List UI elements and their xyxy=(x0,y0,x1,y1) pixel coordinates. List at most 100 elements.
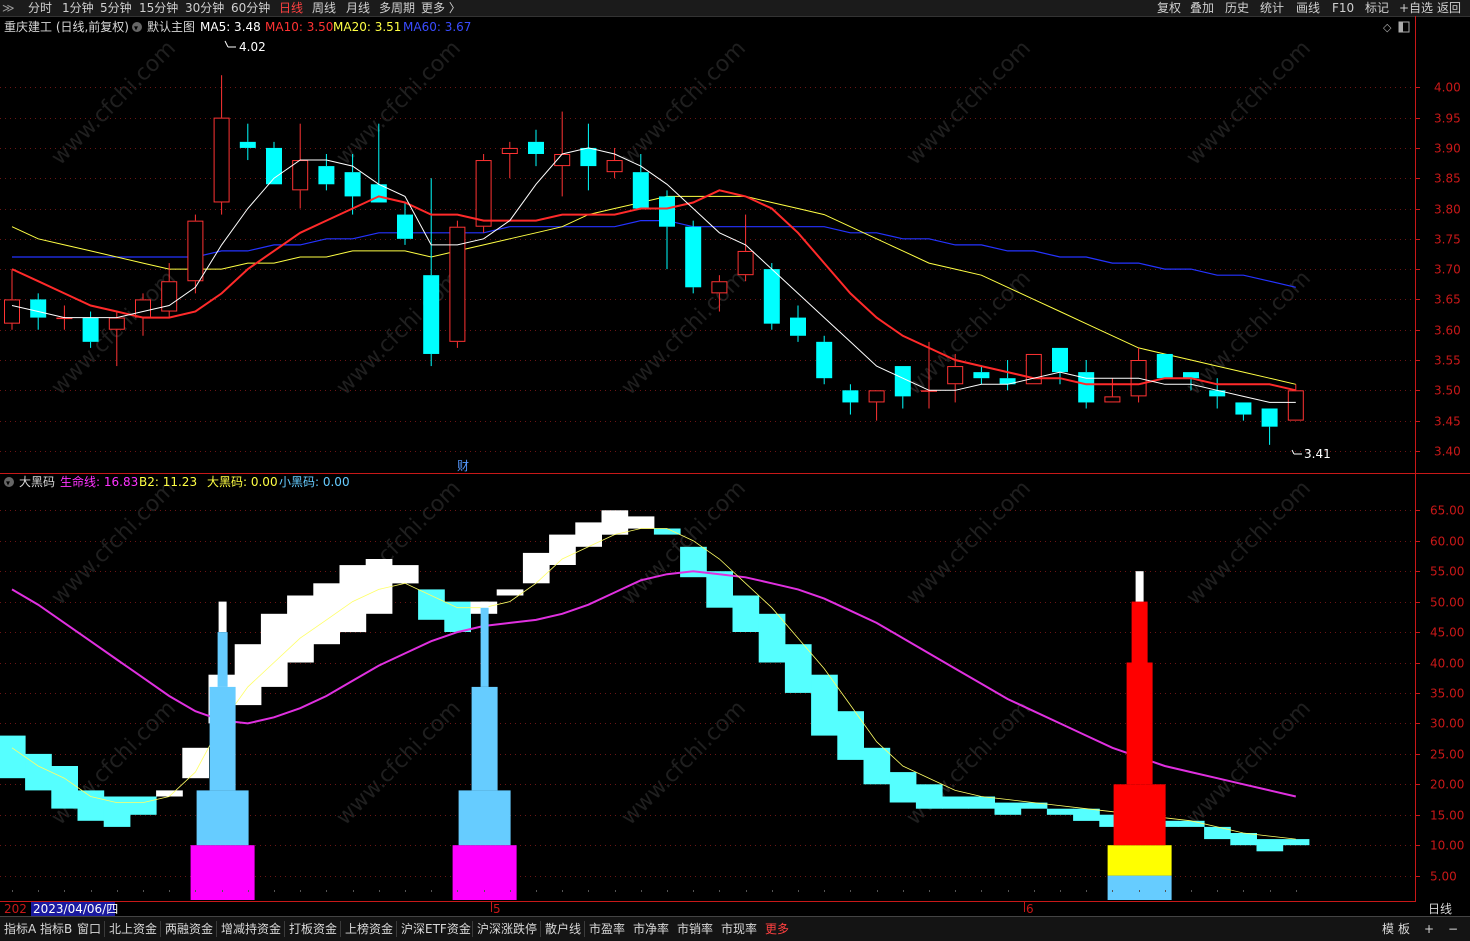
price-tick-label: 3.90 xyxy=(1434,142,1461,156)
bottom-indicator-tabs: 指标A 指标B 窗口 北上资金 两融资金 增减持资金 打板资金 上榜资金 沪深E… xyxy=(0,916,1470,941)
candle-body xyxy=(528,141,544,154)
spike xyxy=(1107,571,1172,900)
spike-segment xyxy=(1135,571,1144,602)
candle-body xyxy=(711,281,728,294)
tab-separator xyxy=(540,921,541,937)
menu-restore-rights[interactable]: 复权 xyxy=(1157,1,1181,15)
band-block xyxy=(601,510,629,535)
tab-pb[interactable]: 市净率 xyxy=(633,920,669,938)
tab-pcf[interactable]: 市现率 xyxy=(721,920,757,938)
zoom-in-button[interactable]: + xyxy=(1424,920,1434,938)
tab-etf-funds[interactable]: 沪深ETF资金 xyxy=(401,920,471,938)
date-year-prefix: 202 xyxy=(4,902,27,916)
candle xyxy=(894,366,911,409)
candle-body xyxy=(790,317,806,336)
tab-limit-up-funds[interactable]: 打板资金 xyxy=(289,920,337,938)
watermark-text: www.cfchi.com xyxy=(332,36,466,170)
menu-monthly[interactable]: 月线 xyxy=(346,1,370,15)
stock-title: 重庆建工 (日线,前复权) xyxy=(4,19,129,34)
watermark-text: www.cfchi.com xyxy=(617,696,751,830)
kline-chart-area[interactable]: www.cfchi.com www.cfchi.com www.cfchi.com w… xyxy=(0,16,1470,916)
candle-body xyxy=(1235,402,1252,415)
tab-pe[interactable]: 市盈率 xyxy=(589,920,625,938)
indicator-tick-label: 5.00 xyxy=(1430,870,1457,884)
spike-segment xyxy=(1113,784,1166,846)
tab-ps[interactable]: 市销率 xyxy=(677,920,713,938)
band-block xyxy=(391,565,419,584)
menu-overlay[interactable]: 叠加 xyxy=(1190,1,1214,15)
template-button-1[interactable]: 模 xyxy=(1382,920,1394,938)
tab-margin[interactable]: 两融资金 xyxy=(165,920,213,938)
window-toggle-fill xyxy=(1399,22,1403,32)
period-label: 日线 xyxy=(1428,902,1452,916)
price-tick-label: 3.85 xyxy=(1434,172,1461,186)
menu-daily[interactable]: 日线 xyxy=(279,1,303,15)
menu-mark[interactable]: 标记 xyxy=(1365,1,1389,15)
menu-draw-line[interactable]: 画线 xyxy=(1296,1,1320,15)
ma60-path xyxy=(12,220,1296,288)
price-tick-label: 3.80 xyxy=(1434,203,1461,217)
band-block xyxy=(784,644,812,693)
candle xyxy=(1130,347,1147,403)
tab-limit-stats[interactable]: 沪深涨跌停 xyxy=(477,920,537,938)
indicator-tick-label: 40.00 xyxy=(1430,657,1464,671)
candle xyxy=(1104,378,1121,403)
indicator-name[interactable]: 大黑码 xyxy=(19,475,55,489)
low-marker-arrow xyxy=(1291,449,1295,455)
watermark-text: www.cfchi.com xyxy=(902,266,1036,400)
candle-body xyxy=(1156,353,1173,379)
zoom-out-button[interactable]: − xyxy=(1448,920,1458,938)
indicator-tick-label: 25.00 xyxy=(1430,748,1464,762)
lifeline-legend: 生命线: 16.83 xyxy=(60,474,138,489)
candle-body xyxy=(632,172,649,209)
chevron-down-icon: ▾ xyxy=(6,479,10,488)
template-button-2[interactable]: 板 xyxy=(1398,920,1410,938)
band-block xyxy=(1282,839,1310,846)
diamond-icon[interactable]: ◇ xyxy=(1383,21,1392,34)
menu-history[interactable]: 历史 xyxy=(1225,1,1249,15)
band-block xyxy=(758,613,786,663)
template-label[interactable]: 默认主图 xyxy=(147,19,195,34)
band-block xyxy=(889,772,917,803)
spike-segment xyxy=(209,686,236,791)
band-block xyxy=(287,595,314,663)
price-tick-label: 4.00 xyxy=(1434,81,1461,95)
candle xyxy=(449,220,466,348)
high-price-label: 4.02 xyxy=(239,40,266,54)
menu-multi-period[interactable]: 多周期 xyxy=(379,1,415,15)
indicator-tick-label: 30.00 xyxy=(1430,717,1464,731)
menu-fenshi[interactable]: 分时 xyxy=(28,1,52,15)
menu-30min[interactable]: 30分钟 xyxy=(185,1,224,15)
band-block xyxy=(365,559,393,614)
menu-f10[interactable]: F10 xyxy=(1332,1,1354,15)
menu-weekly[interactable]: 周线 xyxy=(312,1,336,15)
candle xyxy=(737,214,754,282)
menu-back[interactable]: 返回 xyxy=(1437,1,1461,15)
menu-60min[interactable]: 60分钟 xyxy=(231,1,270,15)
band-block xyxy=(260,613,288,687)
tab-northbound[interactable]: 北上资金 xyxy=(109,920,157,938)
candle-body xyxy=(1104,396,1121,403)
tab-window[interactable]: 窗口 xyxy=(77,920,101,938)
menu-5min[interactable]: 5分钟 xyxy=(100,1,132,15)
price-tick-label: 3.45 xyxy=(1434,415,1461,429)
tab-retail-line[interactable]: 散户线 xyxy=(545,920,581,938)
watermark-text: www.cfchi.com xyxy=(1182,476,1316,610)
menu-statistics[interactable]: 统计 xyxy=(1260,1,1284,15)
candle xyxy=(1235,402,1252,421)
tab-separator xyxy=(396,921,397,937)
band-block xyxy=(418,589,445,620)
tab-more[interactable]: 更多 xyxy=(765,920,789,938)
tab-board-funds[interactable]: 上榜资金 xyxy=(345,920,393,938)
spike-segment xyxy=(1131,601,1148,663)
tab-indicator-a[interactable]: 指标A xyxy=(4,920,36,938)
finance-marker[interactable]: 财 xyxy=(457,459,469,473)
menu-15min[interactable]: 15分钟 xyxy=(139,1,178,15)
tab-holdings-change[interactable]: 增减持资金 xyxy=(221,920,281,938)
menu-more[interactable]: 更多 〉 xyxy=(421,1,461,15)
candle-body xyxy=(1261,408,1278,427)
menu-1min[interactable]: 1分钟 xyxy=(62,1,94,15)
collapse-icon[interactable]: ≫ xyxy=(2,1,15,15)
menu-add-watchlist[interactable]: +自选 xyxy=(1399,1,1433,15)
tab-indicator-b[interactable]: 指标B xyxy=(40,920,72,938)
